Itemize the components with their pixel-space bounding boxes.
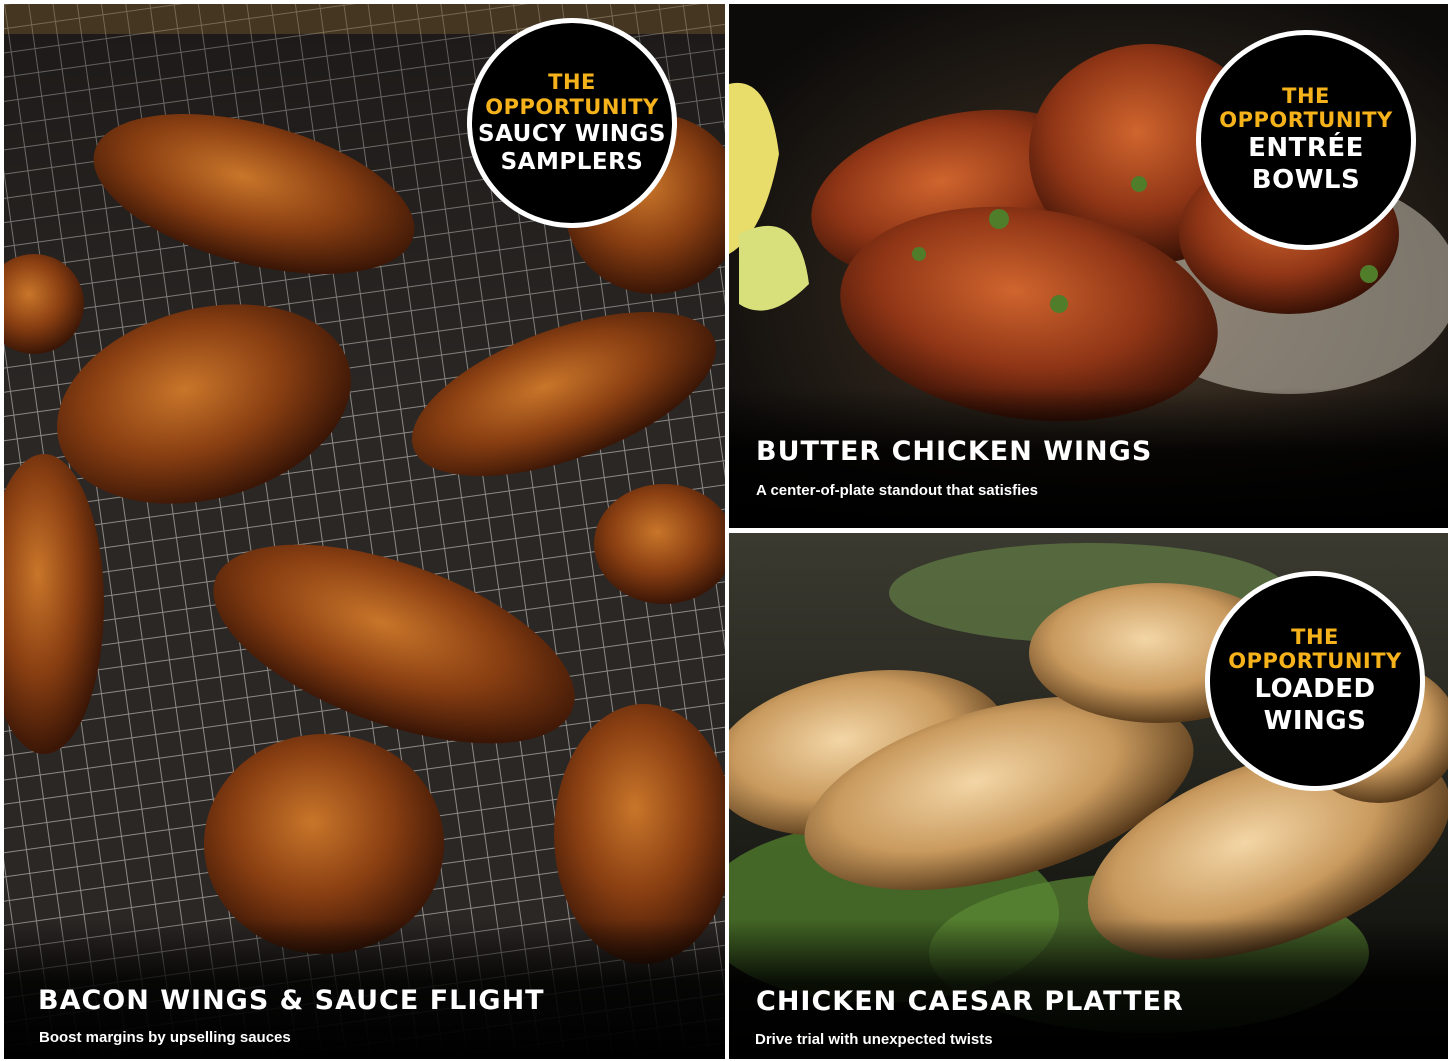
tile-subtitle: Drive trial with unexpected twists [755, 1031, 993, 1048]
tile-chicken-caesar-platter[interactable]: THE OPPORTUNITY LOADED WINGS CHICKEN CAE… [729, 533, 1448, 1059]
badge-the: THE [1291, 624, 1339, 649]
badge-name-line2: WINGS [1263, 706, 1367, 737]
tile-caption: BACON WINGS & SAUCE FLIGHT Boost margins… [4, 919, 725, 1059]
tile-caption: BUTTER CHICKEN WINGS A center-of-plate s… [729, 388, 1448, 528]
tile-title: BUTTER CHICKEN WINGS [756, 436, 1153, 467]
opportunity-badge: THE OPPORTUNITY ENTRÉE BOWLS [1196, 30, 1416, 250]
badge-name-line2: SAMPLERS [500, 149, 644, 176]
badge-name-line1: ENTRÉE [1248, 133, 1364, 164]
badge-name-line2: BOWLS [1251, 165, 1361, 196]
tile-butter-chicken-wings[interactable]: THE OPPORTUNITY ENTRÉE BOWLS BUTTER CHIC… [729, 4, 1448, 528]
badge-the: THE [548, 70, 596, 95]
tile-caption: CHICKEN CAESAR PLATTER Drive trial with … [729, 919, 1448, 1059]
badge-opportunity: OPPORTUNITY [1219, 108, 1393, 133]
badge-opportunity: OPPORTUNITY [485, 94, 659, 119]
tile-bacon-wings[interactable]: THE OPPORTUNITY SAUCY WINGS SAMPLERS BAC… [4, 4, 725, 1059]
tile-subtitle: A center-of-plate standout that satisfie… [756, 482, 1038, 499]
badge-name-line1: SAUCY WINGS [478, 120, 666, 147]
tile-title: CHICKEN CAESAR PLATTER [756, 986, 1184, 1017]
badge-the: THE [1282, 83, 1330, 108]
tile-subtitle: Boost margins by upselling sauces [39, 1029, 291, 1046]
tile-title: BACON WINGS & SAUCE FLIGHT [38, 985, 545, 1016]
badge-opportunity: OPPORTUNITY [1228, 649, 1402, 674]
opportunity-badge: THE OPPORTUNITY LOADED WINGS [1205, 571, 1425, 791]
badge-name-line1: LOADED [1254, 674, 1376, 705]
opportunity-badge: THE OPPORTUNITY SAUCY WINGS SAMPLERS [467, 18, 677, 228]
